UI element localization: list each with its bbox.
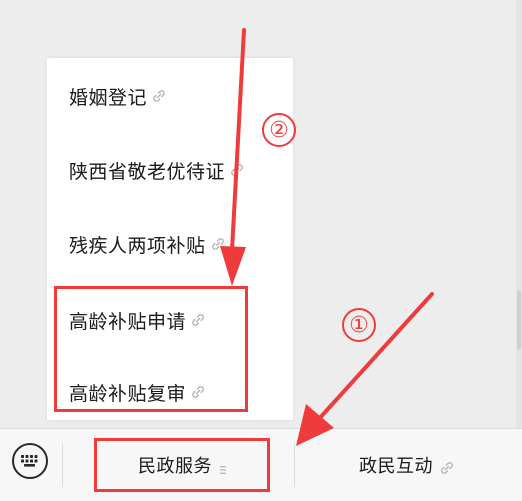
- arrow-2-head: [220, 246, 246, 286]
- annotation-arrows: [220, 28, 434, 446]
- arrow-2-shaft: [230, 28, 246, 252]
- chat-screen: 婚姻登记 陕西省敬老优待证 残疾人两项补贴 高龄补贴申请 高龄补贴复审 民政服务…: [0, 0, 522, 501]
- arrow-1-shaft: [316, 292, 434, 422]
